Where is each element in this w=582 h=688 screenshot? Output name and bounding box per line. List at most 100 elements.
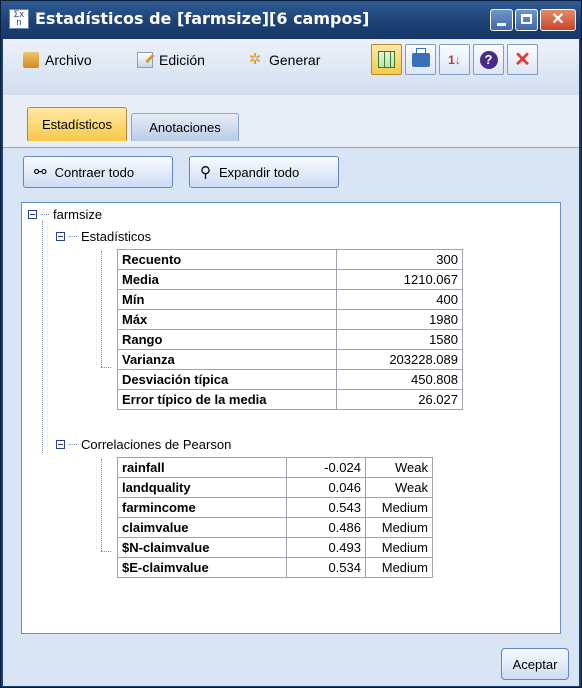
table-row: Máx 1980 [117,309,463,330]
table-row: Media 1210.067 [117,269,463,290]
table-row: rainfall -0.024 Weak [117,457,433,478]
minimize-icon [497,23,506,26]
correlation-value: 0.543 [286,497,366,518]
collapse-all-button[interactable]: ⚯ Contraer todo [23,156,173,188]
stat-value: 450.808 [336,369,463,390]
tab-annotations[interactable]: Anotaciones [131,113,239,141]
table-row: farmincome 0.543 Medium [117,497,433,518]
help-icon: ? [479,50,498,69]
table-row: $N-claimvalue 0.493 Medium [117,537,433,558]
sort-button[interactable]: 1↓ [439,44,470,75]
stat-value: 26.027 [336,389,463,410]
stat-label: Media [117,269,337,290]
menu-edit[interactable]: Edición [137,49,205,71]
tree-node-root[interactable]: farmsize [28,207,102,222]
correlation-field: farmincome [117,497,287,518]
tree-root-label: farmsize [53,207,103,222]
stat-label: Desviación típica [117,369,337,390]
stat-value: 203228.089 [336,349,463,370]
correlation-field: $E-claimvalue [117,557,287,578]
tree-correlations-label: Correlaciones de Pearson [81,437,232,452]
collapse-toggle-icon[interactable] [56,440,65,449]
stat-label: Rango [117,329,337,350]
statistics-window: Σx n Estadísticos de [farmsize][6 campos]… [0,0,582,688]
help-button[interactable]: ? [473,44,504,75]
correlation-value: 0.486 [286,517,366,538]
maximize-button[interactable] [515,9,538,31]
stat-label: Mín [117,289,337,310]
stat-value: 300 [336,249,463,270]
maximize-icon [521,14,532,24]
print-button[interactable] [405,44,436,75]
menu-generate-label: Generar [269,52,321,68]
close-window-button[interactable]: ✕ [540,9,576,31]
collapse-icon: ⚯ [34,164,47,181]
expand-all-button[interactable]: ⚲ Expandir todo [189,156,339,188]
tree-connector [101,367,111,368]
menu-edit-label: Edición [159,52,205,68]
collapse-toggle-icon[interactable] [28,210,37,219]
tab-strip: Estadísticos Anotaciones [3,95,579,147]
collapse-toggle-icon[interactable] [56,232,65,241]
table-row: Recuento 300 [117,249,463,270]
correlation-field: landquality [117,477,287,498]
generate-icon: ✲ [248,51,262,68]
minimize-button[interactable] [490,9,513,31]
table-view-button[interactable] [371,44,402,75]
tree-node-correlations[interactable]: Correlaciones de Pearson [56,437,231,452]
correlation-value: -0.024 [286,457,366,478]
tree-statistics-label: Estadísticos [81,229,152,244]
menu-file[interactable]: Archivo [23,49,92,71]
correlation-strength: Medium [365,557,433,578]
tab-statistics[interactable]: Estadísticos [27,107,127,141]
table-row: Rango 1580 [117,329,463,350]
menu-file-label: Archivo [45,52,92,68]
folder-icon [23,52,39,68]
stat-label: Recuento [117,249,337,270]
expand-icon: ⚲ [200,164,211,181]
ok-button[interactable]: Aceptar [501,648,569,680]
stat-label: Error típico de la media [117,389,337,410]
close-icon: ✕ [551,11,565,28]
correlation-strength: Medium [365,497,433,518]
edit-icon [137,52,153,68]
tree-node-statistics[interactable]: Estadísticos [56,229,151,244]
tree-connector [101,551,111,552]
stat-label: Varianza [117,349,337,370]
statistics-app-icon: Σx n [9,9,29,29]
close-x-icon: ✕ [514,48,531,71]
stat-value: 1210.067 [336,269,463,290]
stat-value: 400 [336,289,463,310]
table-row: $E-claimvalue 0.534 Medium [117,557,433,578]
correlation-strength: Medium [365,517,433,538]
close-output-button[interactable]: ✕ [507,44,538,75]
menu-generate[interactable]: ✲ Generar [247,49,321,71]
menu-bar: Archivo Edición ✲ Generar 1↓ ? ✕ [3,39,579,95]
print-icon [411,47,430,67]
correlation-strength: Medium [365,537,433,558]
correlation-strength: Weak [365,457,433,478]
content-panel: ⚯ Contraer todo ⚲ Expandir todo farmsize… [3,147,579,686]
table-row: claimvalue 0.486 Medium [117,517,433,538]
collapse-all-label: Contraer todo [54,164,135,180]
correlation-field: $N-claimvalue [117,537,287,558]
correlation-strength: Weak [365,477,433,498]
stat-value: 1980 [336,309,463,330]
statistics-tree[interactable]: farmsize Estadísticos Recuento 300 Media 12… [21,202,561,634]
stat-label: Máx [117,309,337,330]
table-row: Error típico de la media 26.027 [117,389,463,410]
table-row: Mín 400 [117,289,463,310]
table-row: Desviación típica 450.808 [117,369,463,390]
tree-connector [101,251,102,367]
expand-all-label: Expandir todo [219,164,300,180]
table-row: landquality 0.046 Weak [117,477,433,498]
correlation-value: 0.046 [286,477,366,498]
statistics-table: Recuento 300 Media 1210.067 Mín 400 Máx 1980 Ran… [117,249,463,410]
correlation-field: rainfall [117,457,287,478]
tree-connector [42,221,43,453]
sort-icon: 1↓ [448,52,461,67]
tree-connector [101,459,102,551]
correlations-table: rainfall -0.024 Weak landquality 0.046 Weak fa… [117,457,433,578]
correlation-field: claimvalue [117,517,287,538]
title-bar[interactable]: Σx n Estadísticos de [farmsize][6 campos]… [1,1,581,39]
